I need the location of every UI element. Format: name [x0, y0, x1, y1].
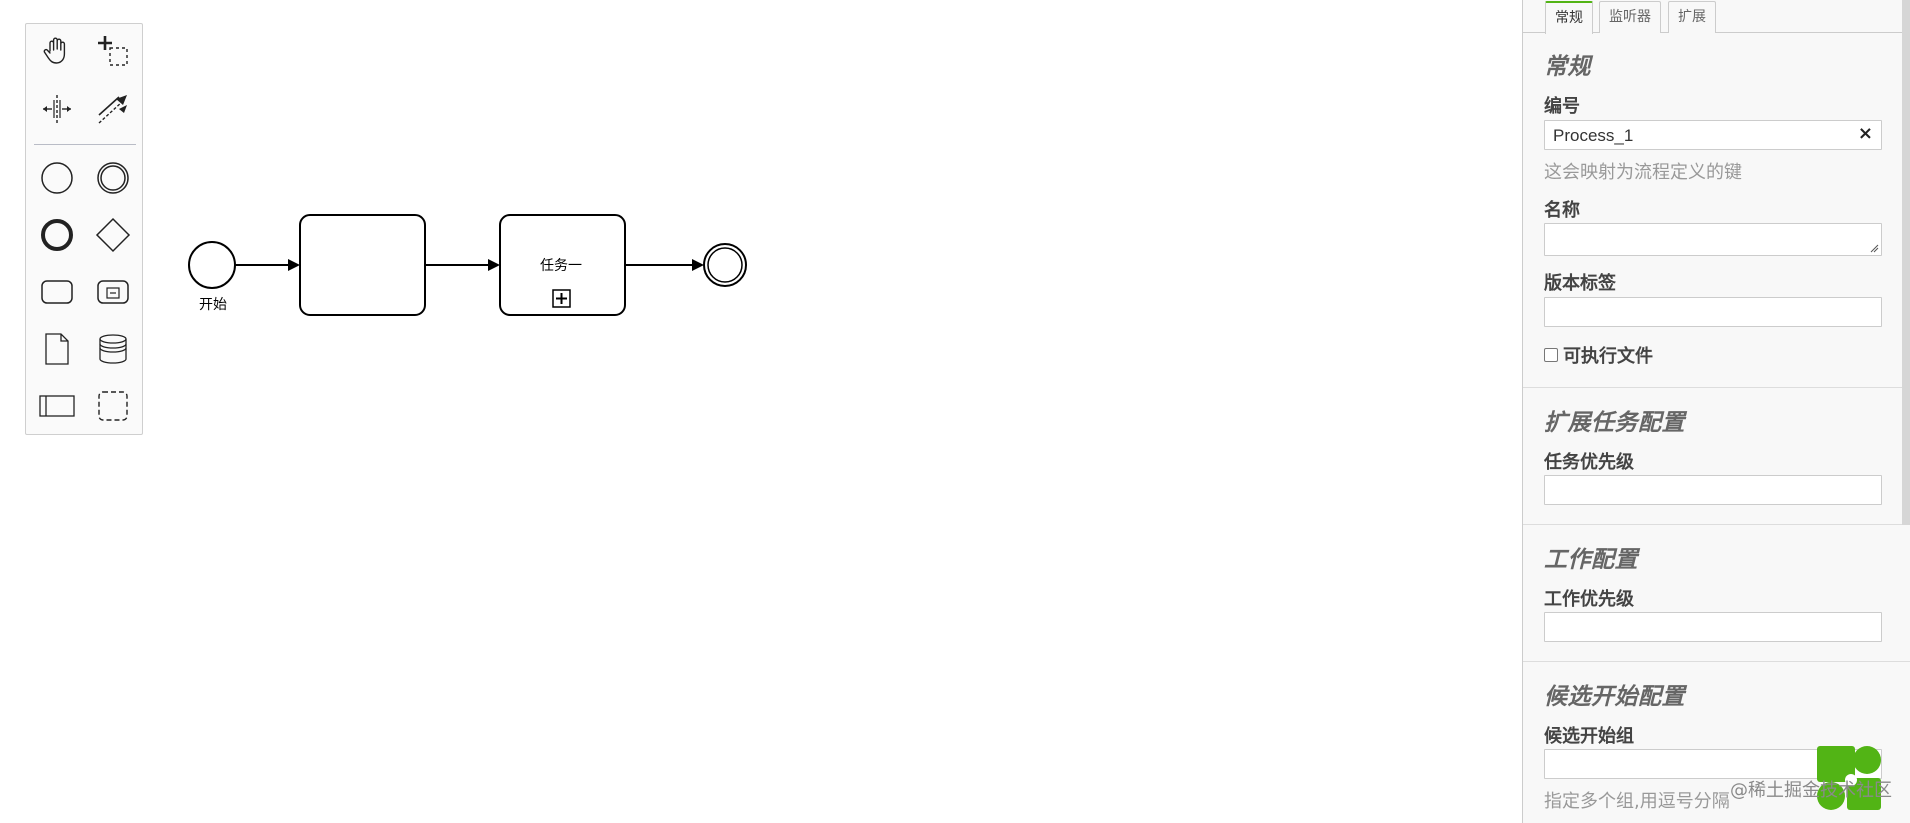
clear-icon[interactable]: ×: [1858, 123, 1873, 144]
properties-panel: 常规 监听器 扩展 常规 编号 Process_1 × 这会映射为流程定义的键 …: [1522, 0, 1910, 823]
version-label: 版本标签: [1544, 273, 1616, 294]
sequence-flow-1[interactable]: [235, 259, 300, 271]
group-separator: [1523, 661, 1910, 662]
end-event[interactable]: [703, 243, 747, 287]
job-priority-field[interactable]: [1544, 612, 1882, 642]
tab-general[interactable]: 常规: [1545, 1, 1593, 34]
task-priority-field[interactable]: [1544, 475, 1882, 505]
bpmn-canvas[interactable]: 开始 任务一: [0, 0, 1522, 823]
start-event-label: 开始: [199, 297, 227, 313]
expand-marker-icon[interactable]: [552, 289, 571, 308]
resize-handle-icon[interactable]: [1870, 244, 1879, 253]
start-event[interactable]: [188, 241, 236, 289]
name-label: 名称: [1544, 200, 1580, 221]
id-field[interactable]: Process_1 ×: [1544, 120, 1882, 150]
group-title-general: 常规: [1544, 54, 1591, 80]
tab-extensions[interactable]: 扩展: [1668, 1, 1716, 33]
version-field[interactable]: [1544, 297, 1882, 327]
executable-checkbox[interactable]: [1544, 348, 1558, 362]
sequence-flow-2[interactable]: [425, 259, 500, 271]
panel-scrollbar[interactable]: [1902, 0, 1910, 525]
group-title-task-ext: 扩展任务配置: [1544, 410, 1685, 436]
id-value: Process_1: [1553, 126, 1634, 145]
group-separator: [1523, 387, 1910, 388]
name-textarea[interactable]: [1544, 223, 1882, 256]
group-separator: [1523, 524, 1910, 525]
task-priority-label: 任务优先级: [1544, 452, 1634, 473]
executable-label: 可执行文件: [1563, 346, 1653, 367]
tab-listeners[interactable]: 监听器: [1599, 1, 1661, 33]
starter-groups-label: 候选开始组: [1544, 726, 1634, 747]
tab-bar: 常规 监听器 扩展: [1523, 0, 1910, 34]
group-title-starter: 候选开始配置: [1544, 684, 1685, 710]
starter-groups-hint: 指定多个组,用逗号分隔: [1544, 791, 1730, 812]
process-diagram: [188, 214, 747, 316]
task-1[interactable]: [299, 214, 426, 316]
watermark-text: @稀土掘金技术社区: [1730, 780, 1892, 801]
executable-row: 可执行文件: [1544, 342, 1653, 368]
group-title-job: 工作配置: [1544, 547, 1638, 573]
sequence-flow-3[interactable]: [625, 259, 704, 271]
job-priority-label: 工作优先级: [1544, 589, 1634, 610]
task-2-label: 任务一: [540, 258, 582, 274]
id-hint: 这会映射为流程定义的键: [1544, 162, 1742, 183]
id-label: 编号: [1544, 96, 1580, 117]
